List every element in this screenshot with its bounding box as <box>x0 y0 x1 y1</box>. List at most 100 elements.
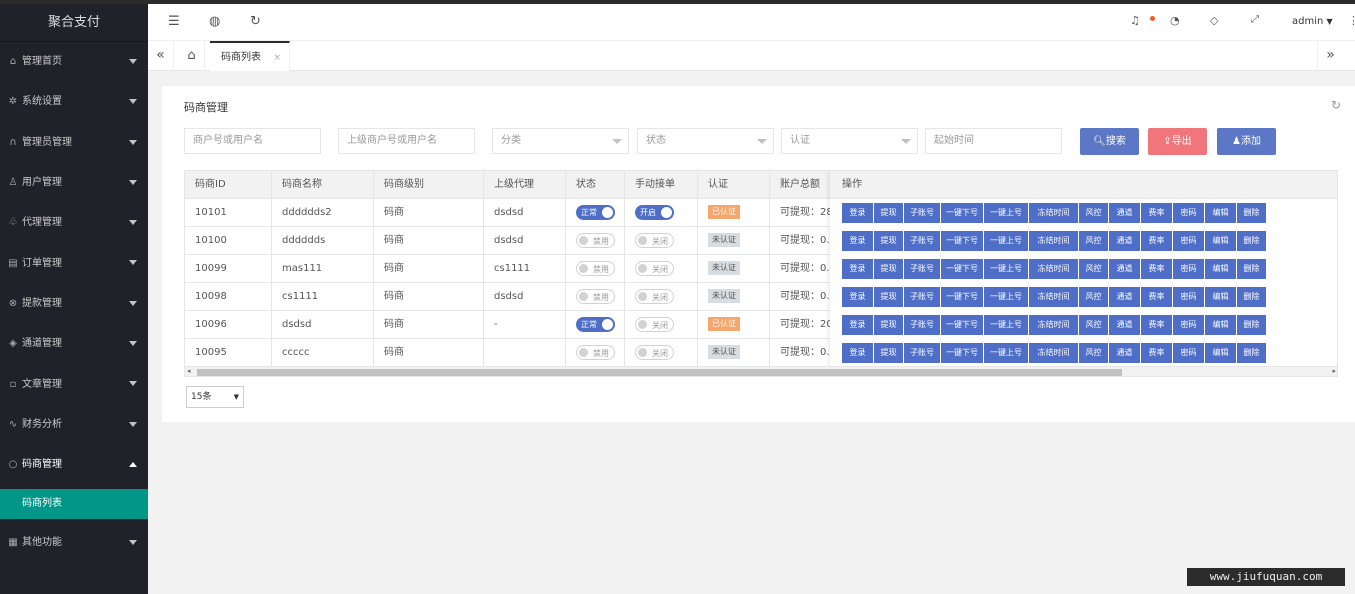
bell-icon[interactable]: ♫ <box>1130 14 1140 27</box>
action-button[interactable]: 删除 <box>1237 287 1267 307</box>
action-button[interactable]: 子账号 <box>904 259 941 279</box>
action-button[interactable]: 风控 <box>1079 287 1109 307</box>
action-button[interactable]: 密码 <box>1173 231 1205 251</box>
add-button[interactable]: ♟添加 <box>1217 128 1276 155</box>
action-button[interactable]: 一键下号 <box>941 287 984 307</box>
status-toggle[interactable]: 禁用 <box>576 260 615 276</box>
status-toggle[interactable]: 禁用 <box>576 288 615 304</box>
manual-order-toggle[interactable]: 关闭 <box>635 316 674 332</box>
merchant-search-input[interactable]: 商户号或用户名 <box>184 128 321 154</box>
action-button[interactable]: 一键上号 <box>984 315 1029 335</box>
start-time-input[interactable]: 起始时间 <box>925 128 1062 154</box>
status-toggle[interactable]: 禁用 <box>576 232 615 248</box>
action-button[interactable]: 通道 <box>1109 343 1141 363</box>
action-button[interactable]: 通道 <box>1109 203 1141 223</box>
action-button[interactable]: 提现 <box>874 315 904 335</box>
action-button[interactable]: 删除 <box>1237 231 1267 251</box>
tag-icon[interactable]: ◇ <box>1210 14 1218 27</box>
manual-order-toggle[interactable]: 关闭 <box>635 344 674 360</box>
action-button[interactable]: 费率 <box>1141 315 1173 335</box>
action-button[interactable]: 子账号 <box>904 231 941 251</box>
sidebar-item[interactable]: ◈ 通道管理 <box>0 324 148 364</box>
action-button[interactable]: 通道 <box>1109 259 1141 279</box>
action-button[interactable]: 一键上号 <box>984 231 1029 251</box>
refresh-table-icon[interactable]: ↻ <box>1331 98 1341 112</box>
action-button[interactable]: 费率 <box>1141 343 1173 363</box>
status-toggle[interactable]: 禁用 <box>576 344 615 360</box>
horizontal-scrollbar[interactable]: ◂ ▸ <box>185 366 1337 376</box>
action-button[interactable]: 编辑 <box>1205 231 1237 251</box>
action-button[interactable]: 编辑 <box>1205 343 1237 363</box>
sidebar-item[interactable]: ✲ 系统设置 <box>0 82 148 122</box>
action-button[interactable]: 风控 <box>1079 315 1109 335</box>
sidebar-item[interactable]: ♙ 用户管理 <box>0 163 148 203</box>
more-icon[interactable]: ⋮ <box>1348 14 1355 27</box>
action-button[interactable]: 冻结时间 <box>1029 231 1079 251</box>
action-button[interactable]: 编辑 <box>1205 287 1237 307</box>
globe-icon[interactable]: ◍ <box>209 14 220 29</box>
action-button[interactable]: 编辑 <box>1205 259 1237 279</box>
sidebar-item[interactable]: ▫ 文章管理 <box>0 364 148 404</box>
export-button[interactable]: ⇪导出 <box>1148 128 1207 155</box>
action-button[interactable]: 登录 <box>842 343 874 363</box>
manual-order-toggle[interactable]: 关闭 <box>635 288 674 304</box>
status-toggle[interactable]: 正常 <box>576 204 615 220</box>
action-button[interactable]: 提现 <box>874 203 904 223</box>
tab-close-icon[interactable]: × <box>273 43 281 73</box>
action-button[interactable]: 通道 <box>1109 315 1141 335</box>
sidebar-item[interactable]: ♧ 代理管理 <box>0 203 148 243</box>
action-button[interactable]: 一键上号 <box>984 259 1029 279</box>
sidebar-item[interactable]: ▤ 订单管理 <box>0 243 148 283</box>
action-button[interactable]: 编辑 <box>1205 315 1237 335</box>
action-button[interactable]: 登录 <box>842 203 874 223</box>
action-button[interactable]: 风控 <box>1079 231 1109 251</box>
action-button[interactable]: 密码 <box>1173 259 1205 279</box>
sidebar-item[interactable]: ∩ 管理员管理 <box>0 123 148 163</box>
category-select[interactable]: 分类 <box>492 128 629 154</box>
action-button[interactable]: 一键下号 <box>941 203 984 223</box>
scrollbar-thumb[interactable] <box>197 369 1122 376</box>
action-button[interactable]: 冻结时间 <box>1029 315 1079 335</box>
refresh-icon[interactable]: ↻ <box>250 14 261 29</box>
theme-icon[interactable]: ◔ <box>1170 14 1180 27</box>
action-button[interactable]: 子账号 <box>904 287 941 307</box>
action-button[interactable]: 一键上号 <box>984 287 1029 307</box>
page-size-select[interactable]: 15条 ▼ <box>186 386 244 408</box>
action-button[interactable]: 删除 <box>1237 259 1267 279</box>
home-tab-icon[interactable]: ⌂ <box>179 41 205 71</box>
action-button[interactable]: 密码 <box>1173 203 1205 223</box>
sidebar-item[interactable]: ▦ 其他功能 <box>0 523 148 563</box>
action-button[interactable]: 费率 <box>1141 231 1173 251</box>
action-button[interactable]: 登录 <box>842 315 874 335</box>
action-button[interactable]: 一键下号 <box>941 231 984 251</box>
action-button[interactable]: 通道 <box>1109 231 1141 251</box>
action-button[interactable]: 密码 <box>1173 343 1205 363</box>
action-button[interactable]: 子账号 <box>904 315 941 335</box>
parent-search-input[interactable]: 上级商户号或用户名 <box>338 128 475 154</box>
action-button[interactable]: 密码 <box>1173 315 1205 335</box>
action-button[interactable]: 风控 <box>1079 203 1109 223</box>
sidebar-subitem-merchant-list[interactable]: 码商列表 <box>0 489 148 520</box>
action-button[interactable]: 提现 <box>874 343 904 363</box>
action-button[interactable]: 删除 <box>1237 203 1267 223</box>
sidebar-item[interactable]: ⌂ 管理首页 <box>0 42 148 82</box>
scroll-left-icon[interactable]: ◂ <box>187 367 191 375</box>
action-button[interactable]: 登录 <box>842 287 874 307</box>
user-menu[interactable]: admin ▼ <box>1292 16 1333 27</box>
action-button[interactable]: 一键下号 <box>941 259 984 279</box>
menu-collapse-icon[interactable]: ☰ <box>168 14 180 29</box>
action-button[interactable]: 费率 <box>1141 203 1173 223</box>
tabs-scroll-right-icon[interactable]: » <box>1317 41 1343 71</box>
status-select[interactable]: 状态 <box>637 128 774 154</box>
action-button[interactable]: 编辑 <box>1205 203 1237 223</box>
action-button[interactable]: 冻结时间 <box>1029 287 1079 307</box>
sidebar-item[interactable]: ∿ 财务分析 <box>0 405 148 445</box>
fullscreen-icon[interactable]: ⤢ <box>1251 14 1259 25</box>
action-button[interactable]: 冻结时间 <box>1029 203 1079 223</box>
sidebar-item[interactable]: ○ 码商管理 <box>0 445 148 485</box>
status-toggle[interactable]: 正常 <box>576 316 615 332</box>
action-button[interactable]: 风控 <box>1079 343 1109 363</box>
action-button[interactable]: 一键下号 <box>941 315 984 335</box>
action-button[interactable]: 提现 <box>874 287 904 307</box>
tabs-scroll-left-icon[interactable]: « <box>148 41 174 71</box>
